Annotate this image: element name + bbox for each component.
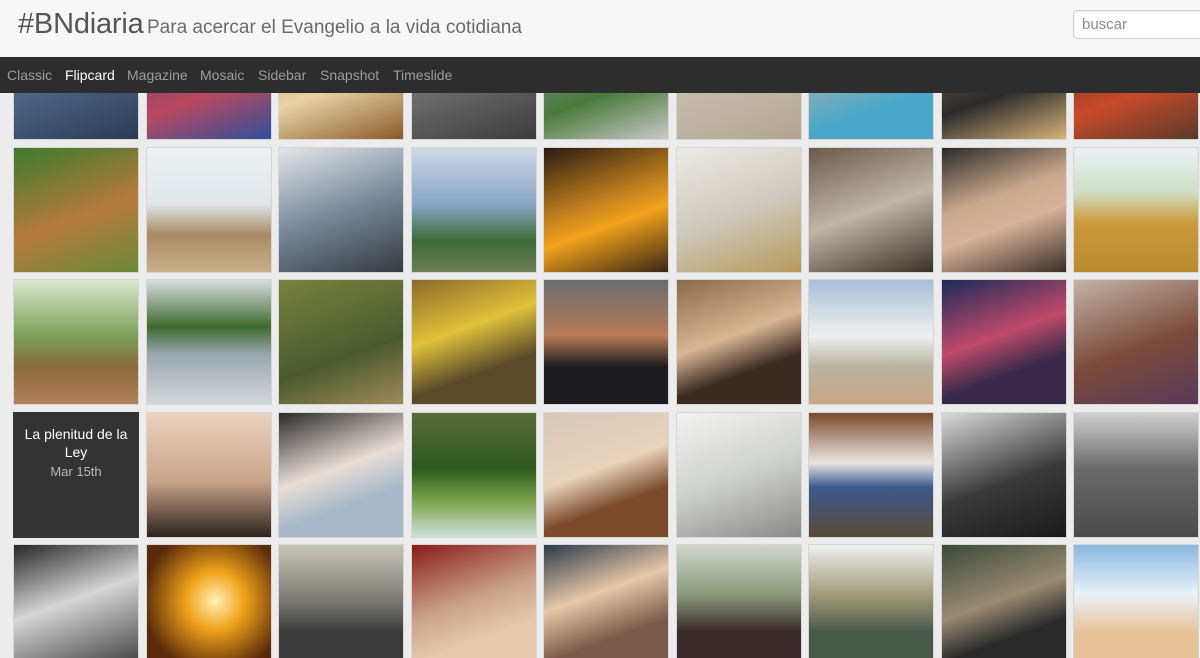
post-thumbnail[interactable] xyxy=(278,93,404,140)
post-thumbnail[interactable] xyxy=(1073,279,1199,405)
post-thumbnail[interactable] xyxy=(146,544,272,658)
post-thumbnail[interactable] xyxy=(146,279,272,405)
post-thumbnail[interactable] xyxy=(13,279,139,405)
post-thumbnail[interactable] xyxy=(543,412,669,538)
view-nav-bar: Classic Flipcard Magazine Mosaic Sidebar… xyxy=(0,57,1200,93)
post-thumbnail[interactable] xyxy=(941,279,1067,405)
post-thumbnail[interactable] xyxy=(941,544,1067,658)
post-card[interactable]: La plenitud de la Ley Mar 15th xyxy=(13,412,139,538)
post-thumbnail[interactable] xyxy=(808,147,934,273)
post-card-date: Mar 15th xyxy=(50,464,102,479)
post-thumbnail[interactable] xyxy=(146,93,272,140)
post-thumbnail[interactable] xyxy=(808,544,934,658)
post-thumbnail[interactable] xyxy=(1073,412,1199,538)
post-thumbnail[interactable] xyxy=(278,544,404,658)
post-thumbnail[interactable] xyxy=(1073,544,1199,658)
post-thumbnail[interactable] xyxy=(411,544,537,658)
post-thumbnail[interactable] xyxy=(411,147,537,273)
post-thumbnail[interactable] xyxy=(13,544,139,658)
site-header: #BNdiaria Para acercar el Evangelio a la… xyxy=(0,0,1200,58)
post-thumbnail[interactable] xyxy=(676,93,802,140)
nav-item-snapshot[interactable]: Snapshot xyxy=(320,67,379,83)
post-thumbnail[interactable] xyxy=(146,147,272,273)
post-thumbnail[interactable] xyxy=(1073,93,1199,140)
post-thumbnail[interactable] xyxy=(411,412,537,538)
post-thumbnail[interactable] xyxy=(13,147,139,273)
post-thumbnail[interactable] xyxy=(676,544,802,658)
site-tagline: Para acercar el Evangelio a la vida coti… xyxy=(147,17,522,38)
post-thumbnail[interactable] xyxy=(808,279,934,405)
nav-item-flipcard[interactable]: Flipcard xyxy=(65,67,115,83)
flipcard-grid: La plenitud de la Ley Mar 15th xyxy=(0,93,1200,658)
post-thumbnail[interactable] xyxy=(941,412,1067,538)
post-thumbnail[interactable] xyxy=(146,412,272,538)
post-thumbnail[interactable] xyxy=(676,147,802,273)
post-thumbnail[interactable] xyxy=(676,279,802,405)
post-thumbnail[interactable] xyxy=(543,544,669,658)
post-card-title: La plenitud de la Ley xyxy=(24,426,128,460)
nav-item-mosaic[interactable]: Mosaic xyxy=(200,67,244,83)
post-thumbnail[interactable] xyxy=(278,279,404,405)
post-thumbnail[interactable] xyxy=(543,93,669,140)
search-input[interactable] xyxy=(1073,10,1200,39)
post-thumbnail[interactable] xyxy=(941,93,1067,140)
nav-item-timeslide[interactable]: Timeslide xyxy=(393,67,452,83)
nav-item-classic[interactable]: Classic xyxy=(7,67,52,83)
post-thumbnail[interactable] xyxy=(941,147,1067,273)
post-thumbnail[interactable] xyxy=(13,93,139,140)
post-thumbnail[interactable] xyxy=(543,147,669,273)
post-thumbnail[interactable] xyxy=(1073,147,1199,273)
post-thumbnail[interactable] xyxy=(278,412,404,538)
nav-item-sidebar[interactable]: Sidebar xyxy=(258,67,306,83)
post-thumbnail[interactable] xyxy=(808,412,934,538)
post-thumbnail[interactable] xyxy=(411,279,537,405)
post-thumbnail[interactable] xyxy=(278,147,404,273)
nav-item-magazine[interactable]: Magazine xyxy=(127,67,188,83)
post-thumbnail[interactable] xyxy=(411,93,537,140)
post-thumbnail[interactable] xyxy=(543,279,669,405)
site-brand[interactable]: #BNdiaria xyxy=(18,8,144,41)
post-thumbnail[interactable] xyxy=(676,412,802,538)
post-thumbnail[interactable] xyxy=(808,93,934,140)
